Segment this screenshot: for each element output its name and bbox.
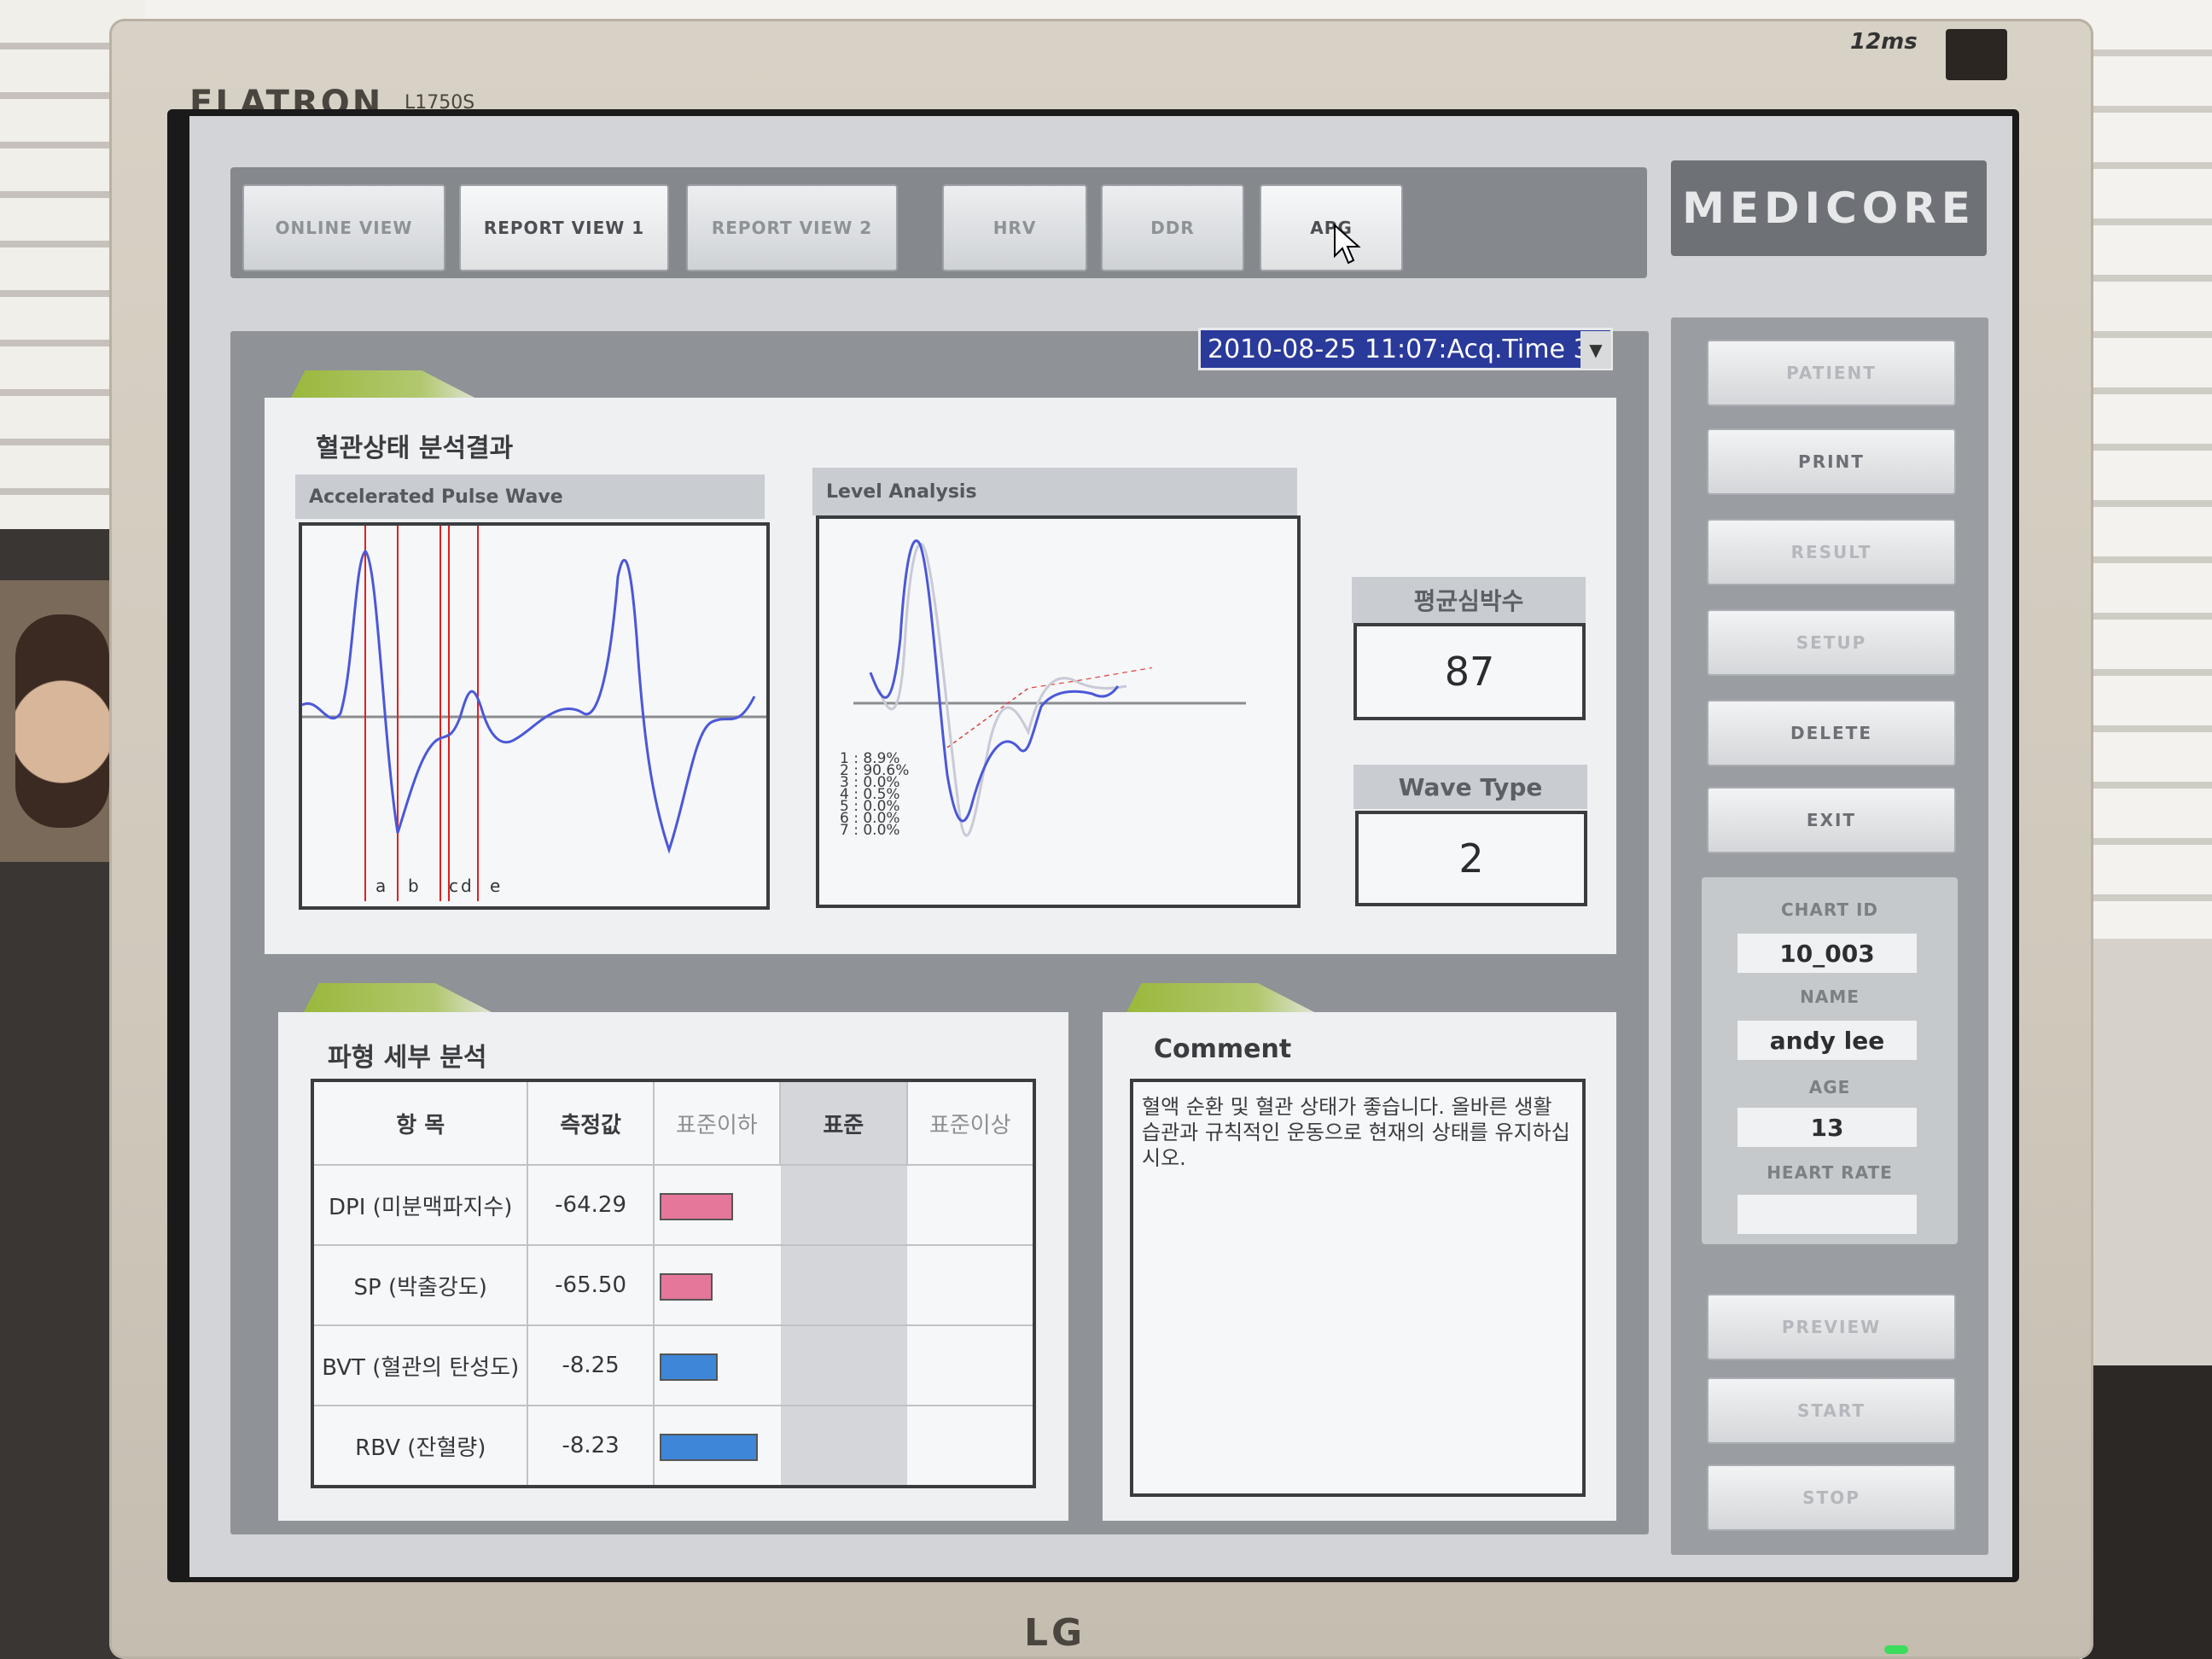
age-label: AGE [1808, 1077, 1851, 1097]
column-header-above: 표준이상 [905, 1080, 1036, 1166]
certification-badge [1946, 29, 2007, 80]
tab-apg[interactable]: APG [1260, 184, 1403, 271]
marker-label-c: c [449, 876, 458, 896]
print-button[interactable]: PRINT [1707, 428, 1956, 495]
marker-label-e: e [490, 876, 501, 896]
row-level-track [652, 1164, 1036, 1246]
start-button[interactable]: START [1707, 1377, 1956, 1444]
row-item: BVT (혈관의 탄성도) [311, 1324, 529, 1406]
setup-button[interactable]: SETUP [1707, 609, 1956, 676]
avg-heart-rate-value: 87 [1353, 623, 1586, 720]
chart-id-label: CHART ID [1780, 899, 1879, 920]
table-row: RBV (잔혈량) -8.23 [311, 1405, 1036, 1487]
row-value: -65.50 [527, 1244, 655, 1326]
desk-right [2082, 1365, 2212, 1659]
row-level-bar [659, 1193, 733, 1220]
photo-portrait [15, 614, 109, 828]
tab-ddr[interactable]: DDR [1101, 184, 1244, 271]
delete-button[interactable]: DELETE [1707, 700, 1956, 766]
row-level-track [652, 1324, 1036, 1406]
row-item: DPI (미분맥파지수) [311, 1164, 529, 1246]
app-logo: MEDICORE [1671, 160, 1987, 256]
level-list: 1 : 8.9% 2 : 90.6% 3 : 0.0% 4 : 0.5% 5 :… [840, 752, 909, 839]
row-value: -8.23 [527, 1405, 655, 1487]
table-row: SP (박출강도) -65.50 [311, 1244, 1036, 1326]
pulse-wave-title: Accelerated Pulse Wave [295, 474, 765, 519]
comment-text: 혈액 순환 및 혈관 상태가 좋습니다. 올바른 생활 습관과 규칙적인 운동으… [1142, 1095, 1570, 1170]
column-header-below: 표준이하 [652, 1080, 782, 1166]
preview-button[interactable]: PREVIEW [1707, 1294, 1956, 1360]
result-button[interactable]: RESULT [1707, 519, 1956, 585]
level-analysis-plot [853, 539, 1246, 837]
patient-button[interactable]: PATIENT [1707, 340, 1956, 406]
heart-rate-label: HEART RATE [1767, 1162, 1893, 1183]
table-row: DPI (미분맥파지수) -64.29 [311, 1164, 1036, 1246]
level-item: 7 : 0.0% [840, 822, 900, 839]
chevron-down-icon[interactable]: ▼ [1580, 331, 1611, 369]
tab-report-view-1[interactable]: REPORT VIEW 1 [459, 184, 669, 271]
row-level-track [652, 1244, 1036, 1326]
row-value: -64.29 [527, 1164, 655, 1246]
reference-wave [877, 542, 1127, 837]
exit-button[interactable]: EXIT [1707, 787, 1956, 853]
table-header-row: 항 목 측정값 표준이하 표준 표준이상 [311, 1080, 1036, 1166]
tab-hrv[interactable]: HRV [942, 184, 1087, 271]
chart-id-value: 10_003 [1738, 934, 1917, 973]
session-select[interactable]: 2010-08-25 11:07:Acq.Time 3'' [1198, 328, 1613, 370]
column-header-standard: 표준 [779, 1080, 908, 1166]
age-value: 13 [1738, 1108, 1917, 1147]
detail-heading: 파형 세부 분석 [328, 1043, 487, 1073]
wave-type-value: 2 [1355, 811, 1587, 906]
row-level-track [652, 1405, 1036, 1487]
power-led [1884, 1645, 1908, 1654]
detail-table: 항 목 측정값 표준이하 표준 표준이상 DPI (미분맥파지수) -64.29… [311, 1079, 1036, 1488]
patient-info-panel [1702, 877, 1958, 1244]
tab-online-view[interactable]: ONLINE VIEW [242, 184, 445, 271]
shelf [2082, 939, 2212, 1382]
stop-button[interactable]: STOP [1707, 1464, 1956, 1531]
marker-label-d: d [461, 876, 472, 896]
tab-report-view-2[interactable]: REPORT VIEW 2 [686, 184, 898, 271]
marker-label-a: a [375, 876, 387, 896]
response-time-badge: 12ms [1850, 29, 1918, 55]
name-label: NAME [1800, 987, 1860, 1007]
comment-box[interactable]: 혈액 순환 및 혈관 상태가 좋습니다. 올바른 생활 습관과 규칙적인 운동으… [1130, 1079, 1586, 1497]
trend-line [946, 667, 1153, 748]
row-level-bar [659, 1273, 713, 1301]
mouse-cursor-icon [1334, 224, 1361, 265]
wave-type-label: Wave Type [1353, 765, 1587, 809]
monitor-maker-logo: LG [1024, 1611, 1086, 1655]
marker-label-b: b [408, 876, 419, 896]
pulse-wave-chart [299, 522, 770, 910]
pulse-wave-series [302, 550, 756, 854]
row-value: -8.25 [527, 1324, 655, 1406]
column-header-value: 측정값 [527, 1080, 655, 1166]
column-header-item: 항 목 [311, 1080, 529, 1166]
level-analysis-title: Level Analysis [812, 468, 1297, 515]
comment-heading: Comment [1154, 1034, 1292, 1064]
level-analysis-chart [816, 515, 1301, 908]
table-row: BVT (혈관의 탄성도) -8.25 [311, 1324, 1036, 1406]
avg-heart-rate-label: 평균심박수 [1352, 577, 1586, 623]
analysis-heading: 혈관상태 분석결과 [316, 434, 514, 463]
row-item: SP (박출강도) [311, 1244, 529, 1326]
row-level-bar [659, 1434, 758, 1461]
row-item: RBV (잔혈량) [311, 1405, 529, 1487]
row-level-bar [659, 1353, 718, 1381]
pulse-wave-plot [302, 526, 766, 901]
heart-rate-value [1738, 1195, 1917, 1234]
name-value: andy lee [1738, 1021, 1917, 1060]
